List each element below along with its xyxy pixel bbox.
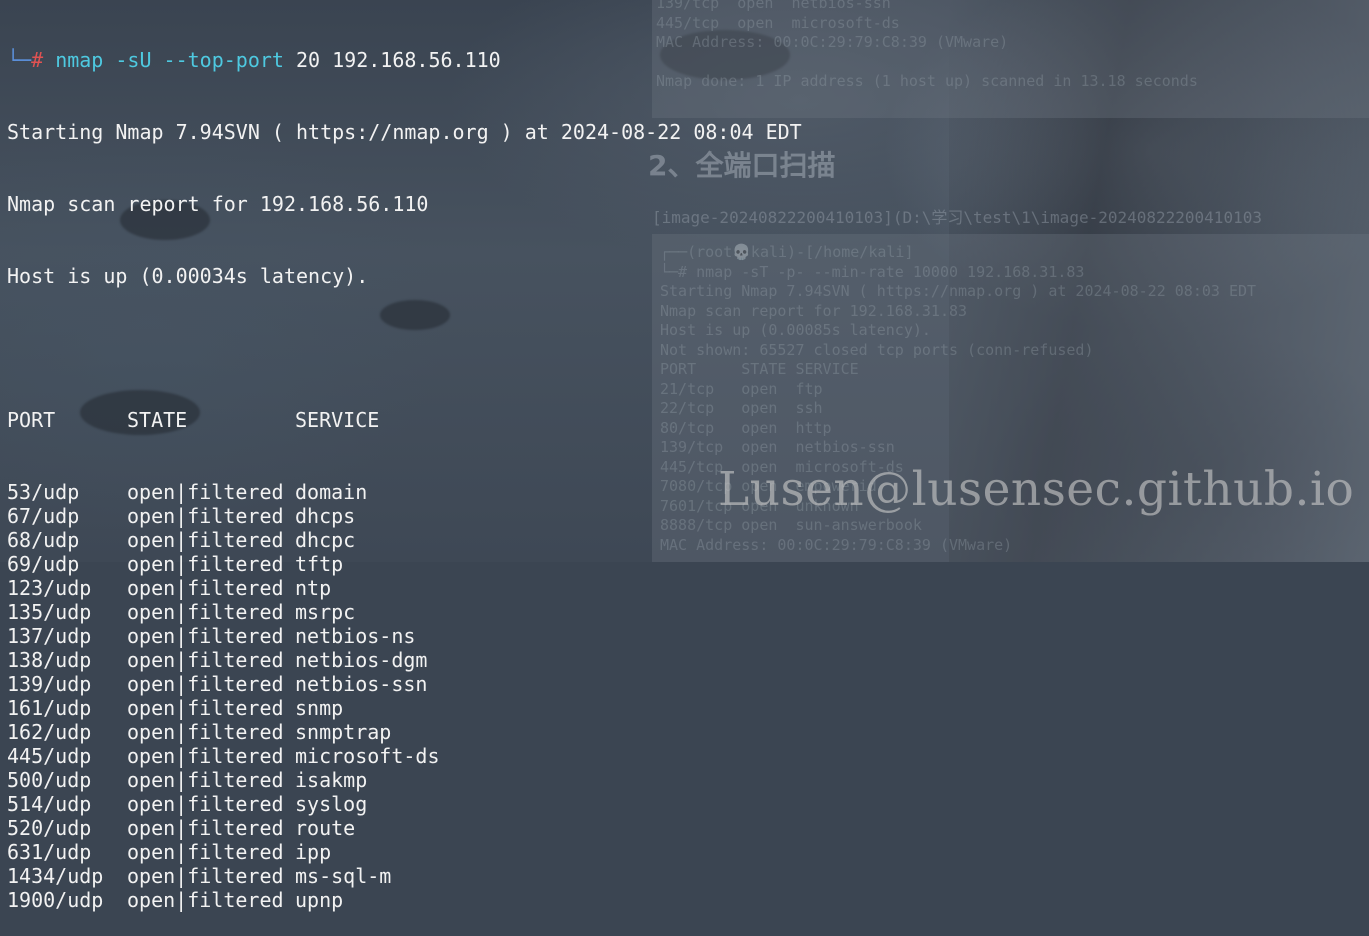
service-cell: microsoft-ds: [295, 744, 440, 768]
service-cell: snmptrap: [295, 720, 392, 744]
state-cell: open|filtered: [127, 576, 284, 600]
state-cell: open|filtered: [127, 480, 284, 504]
port-cell: 631/udp: [7, 840, 92, 864]
output-line: Starting Nmap 7.94SVN ( https://nmap.org…: [7, 120, 802, 144]
service-cell: ntp: [295, 576, 332, 600]
state-cell: open|filtered: [127, 624, 284, 648]
table-row: 520/udp open|filtered route: [7, 816, 802, 840]
table-row: 138/udp open|filtered netbios-dgm: [7, 648, 802, 672]
state-cell: open|filtered: [127, 672, 284, 696]
service-cell: msrpc: [295, 600, 356, 624]
command-text: nmap -sU --top-port: [55, 48, 284, 72]
state-cell: open|filtered: [127, 816, 284, 840]
service-cell: tftp: [295, 552, 344, 576]
table-row: 123/udp open|filtered ntp: [7, 576, 802, 600]
port-cell: 69/udp: [7, 552, 80, 576]
service-cell: isakmp: [295, 768, 368, 792]
port-cell: 68/udp: [7, 528, 80, 552]
table-row: 135/udp open|filtered msrpc: [7, 600, 802, 624]
service-cell: ipp: [295, 840, 332, 864]
output-line: Host is up (0.00034s latency).: [7, 264, 369, 288]
watermark: Lusen@lusensec.github.io: [718, 462, 1355, 517]
port-cell: 514/udp: [7, 792, 92, 816]
service-cell: dhcps: [295, 504, 356, 528]
port-cell: 67/udp: [7, 504, 80, 528]
table-row: 500/udp open|filtered isakmp: [7, 768, 802, 792]
column-service: SERVICE: [295, 408, 380, 432]
state-cell: open|filtered: [127, 696, 284, 720]
state-cell: open|filtered: [127, 648, 284, 672]
table-row: 67/udp open|filtered dhcps: [7, 504, 802, 528]
port-cell: 123/udp: [7, 576, 92, 600]
port-cell: 445/udp: [7, 744, 92, 768]
state-cell: open|filtered: [127, 744, 284, 768]
column-port: PORT: [7, 408, 56, 432]
state-cell: open|filtered: [127, 600, 284, 624]
table-row: 68/udp open|filtered dhcpc: [7, 528, 802, 552]
service-cell: upnp: [295, 888, 344, 912]
table-row: 161/udp open|filtered snmp: [7, 696, 802, 720]
column-state: STATE: [127, 408, 188, 432]
state-cell: open|filtered: [127, 504, 284, 528]
table-row: 139/udp open|filtered netbios-ssn: [7, 672, 802, 696]
port-cell: 520/udp: [7, 816, 92, 840]
table-row: 53/udp open|filtered domain: [7, 480, 802, 504]
output-line: Nmap scan report for 192.168.56.110: [7, 192, 429, 216]
state-cell: open|filtered: [127, 864, 284, 888]
state-cell: open|filtered: [127, 720, 284, 744]
port-cell: 138/udp: [7, 648, 92, 672]
table-header: PORT STATE SERVICE: [7, 408, 802, 432]
table-row: 137/udp open|filtered netbios-ns: [7, 624, 802, 648]
prompt-line: └─# nmap -sU --top-port 20 192.168.56.11…: [7, 48, 802, 72]
command-args: 20 192.168.56.110: [283, 48, 501, 72]
state-cell: open|filtered: [127, 768, 284, 792]
service-cell: netbios-ns: [295, 624, 416, 648]
state-cell: open|filtered: [127, 552, 284, 576]
port-cell: 161/udp: [7, 696, 92, 720]
table-row: 1434/udp open|filtered ms-sql-m: [7, 864, 802, 888]
table-row: 69/udp open|filtered tftp: [7, 552, 802, 576]
table-row: 631/udp open|filtered ipp: [7, 840, 802, 864]
table-row: 445/udp open|filtered microsoft-ds: [7, 744, 802, 768]
table-row: 514/udp open|filtered syslog: [7, 792, 802, 816]
service-cell: syslog: [295, 792, 368, 816]
state-cell: open|filtered: [127, 528, 284, 552]
service-cell: ms-sql-m: [295, 864, 392, 888]
port-table: 53/udp open|filtered domain 67/udp open|filt…: [7, 480, 802, 912]
state-cell: open|filtered: [127, 840, 284, 864]
port-cell: 500/udp: [7, 768, 92, 792]
port-cell: 137/udp: [7, 624, 92, 648]
port-cell: 1900/udp: [7, 888, 104, 912]
service-cell: dhcpc: [295, 528, 356, 552]
table-row: 162/udp open|filtered snmptrap: [7, 720, 802, 744]
prompt-hash: #: [31, 48, 56, 72]
port-cell: 1434/udp: [7, 864, 104, 888]
service-cell: netbios-dgm: [295, 648, 428, 672]
service-cell: route: [295, 816, 356, 840]
service-cell: snmp: [295, 696, 344, 720]
port-cell: 53/udp: [7, 480, 80, 504]
port-cell: 162/udp: [7, 720, 92, 744]
table-row: 1900/udp open|filtered upnp: [7, 888, 802, 912]
prompt-corner: └─: [7, 48, 32, 72]
terminal-output: └─# nmap -sU --top-port 20 192.168.56.11…: [7, 0, 802, 936]
state-cell: open|filtered: [127, 792, 284, 816]
service-cell: netbios-ssn: [295, 672, 428, 696]
port-cell: 135/udp: [7, 600, 92, 624]
state-cell: open|filtered: [127, 888, 284, 912]
port-cell: 139/udp: [7, 672, 92, 696]
service-cell: domain: [295, 480, 368, 504]
